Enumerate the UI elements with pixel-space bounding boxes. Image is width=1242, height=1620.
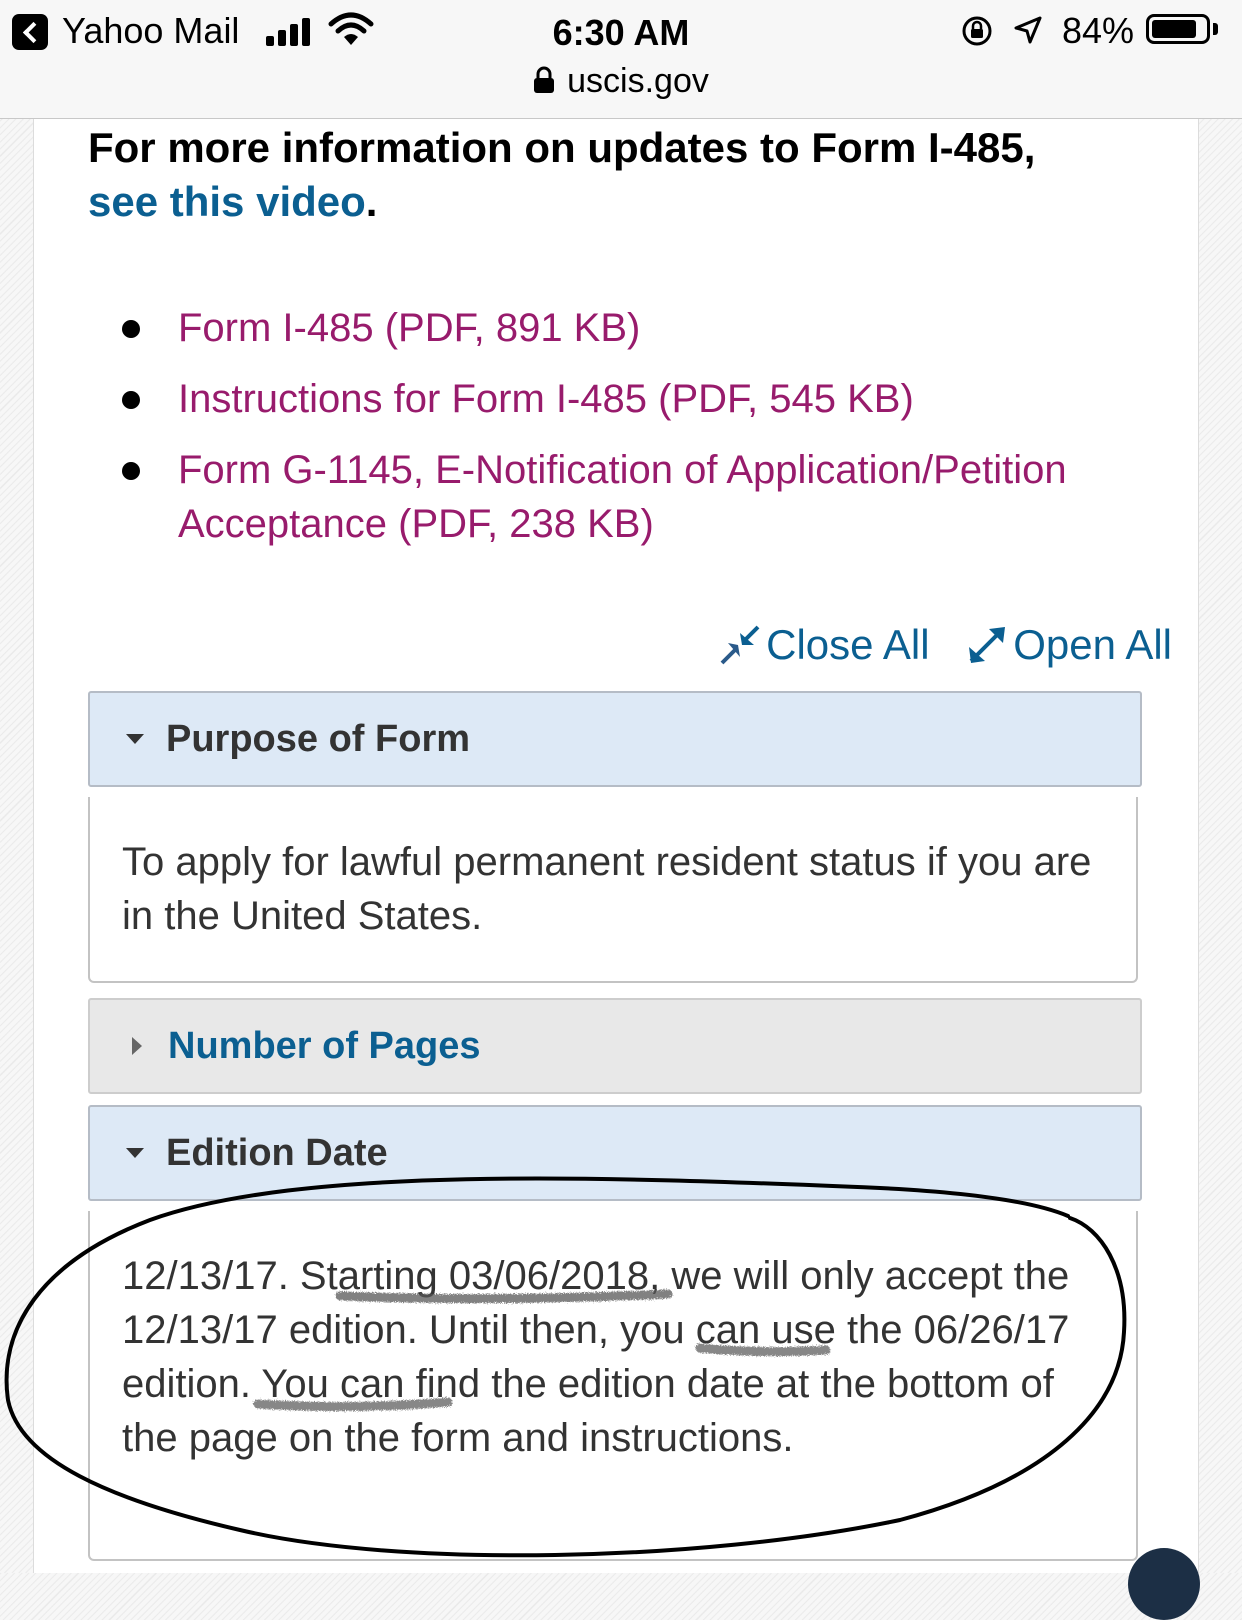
close-all-button[interactable]: Close All — [718, 621, 930, 669]
edition-text: 12/13/17. Starting 03/06/2018, we will o… — [122, 1254, 1070, 1460]
clock-time: 6:30 AM — [552, 12, 690, 53]
accordion-pages-header[interactable]: Number of Pages — [88, 998, 1142, 1094]
list-item: Instructions for Form I-485 (PDF, 545 KB… — [88, 372, 1138, 426]
accordion-purpose-title: Purpose of Form — [166, 717, 471, 760]
caret-down-icon — [126, 1148, 144, 1158]
intro-suffix: . — [365, 178, 378, 225]
download-list: Form I-485 (PDF, 891 KB) Instructions fo… — [88, 301, 1138, 568]
accordion-controls: Close All Open All — [694, 621, 1172, 677]
instructions-i485-pdf-link[interactable]: Instructions for Form I-485 (PDF, 545 KB… — [178, 377, 914, 421]
domain-label: uscis.gov — [567, 62, 709, 100]
battery-icon — [1146, 14, 1210, 44]
ios-status-bar: Yahoo Mail 6:30 AM uscis.gov 84% — [0, 0, 1242, 119]
video-link[interactable]: see this video — [88, 178, 366, 225]
scroll-to-top-button[interactable] — [1128, 1548, 1200, 1620]
page-content: For more information on updates to Form … — [33, 119, 1199, 1573]
accordion-purpose-body: To apply for lawful permanent resident s… — [88, 797, 1138, 983]
intro-paragraph: For more information on updates to Form … — [88, 121, 1168, 229]
expand-arrows-icon — [969, 627, 1006, 663]
location-arrow-icon — [1014, 16, 1042, 44]
list-item: Form G-1145, E-Notification of Applicati… — [88, 443, 1138, 551]
accordion-edition-title: Edition Date — [166, 1131, 388, 1174]
accordion-edition-body: 12/13/17. Starting 03/06/2018, we will o… — [88, 1211, 1138, 1561]
battery-percentage: 84% — [1062, 10, 1135, 51]
lock-icon — [534, 66, 555, 93]
form-g1145-pdf-link[interactable]: Form G-1145, E-Notification of Applicati… — [178, 448, 1067, 546]
open-all-label: Open All — [1013, 621, 1172, 668]
orientation-lock-icon — [962, 16, 992, 46]
collapse-arrows-icon — [720, 625, 760, 665]
caret-right-icon — [132, 1037, 142, 1055]
accordion-pages-title: Number of Pages — [168, 1024, 481, 1067]
accordion-edition-header[interactable]: Edition Date — [88, 1105, 1142, 1201]
list-item: Form I-485 (PDF, 891 KB) — [88, 301, 1138, 355]
form-i485-pdf-link[interactable]: Form I-485 (PDF, 891 KB) — [178, 306, 640, 350]
open-all-button[interactable]: Open All — [965, 621, 1172, 669]
close-all-label: Close All — [766, 621, 930, 668]
purpose-text: To apply for lawful permanent resident s… — [122, 840, 1092, 938]
intro-text: For more information on updates to Form … — [88, 124, 1036, 171]
accordion-purpose-header[interactable]: Purpose of Form — [88, 691, 1142, 787]
caret-down-icon — [126, 734, 144, 744]
address-bar[interactable]: uscis.gov — [0, 62, 1242, 101]
battery-tip — [1213, 23, 1218, 35]
